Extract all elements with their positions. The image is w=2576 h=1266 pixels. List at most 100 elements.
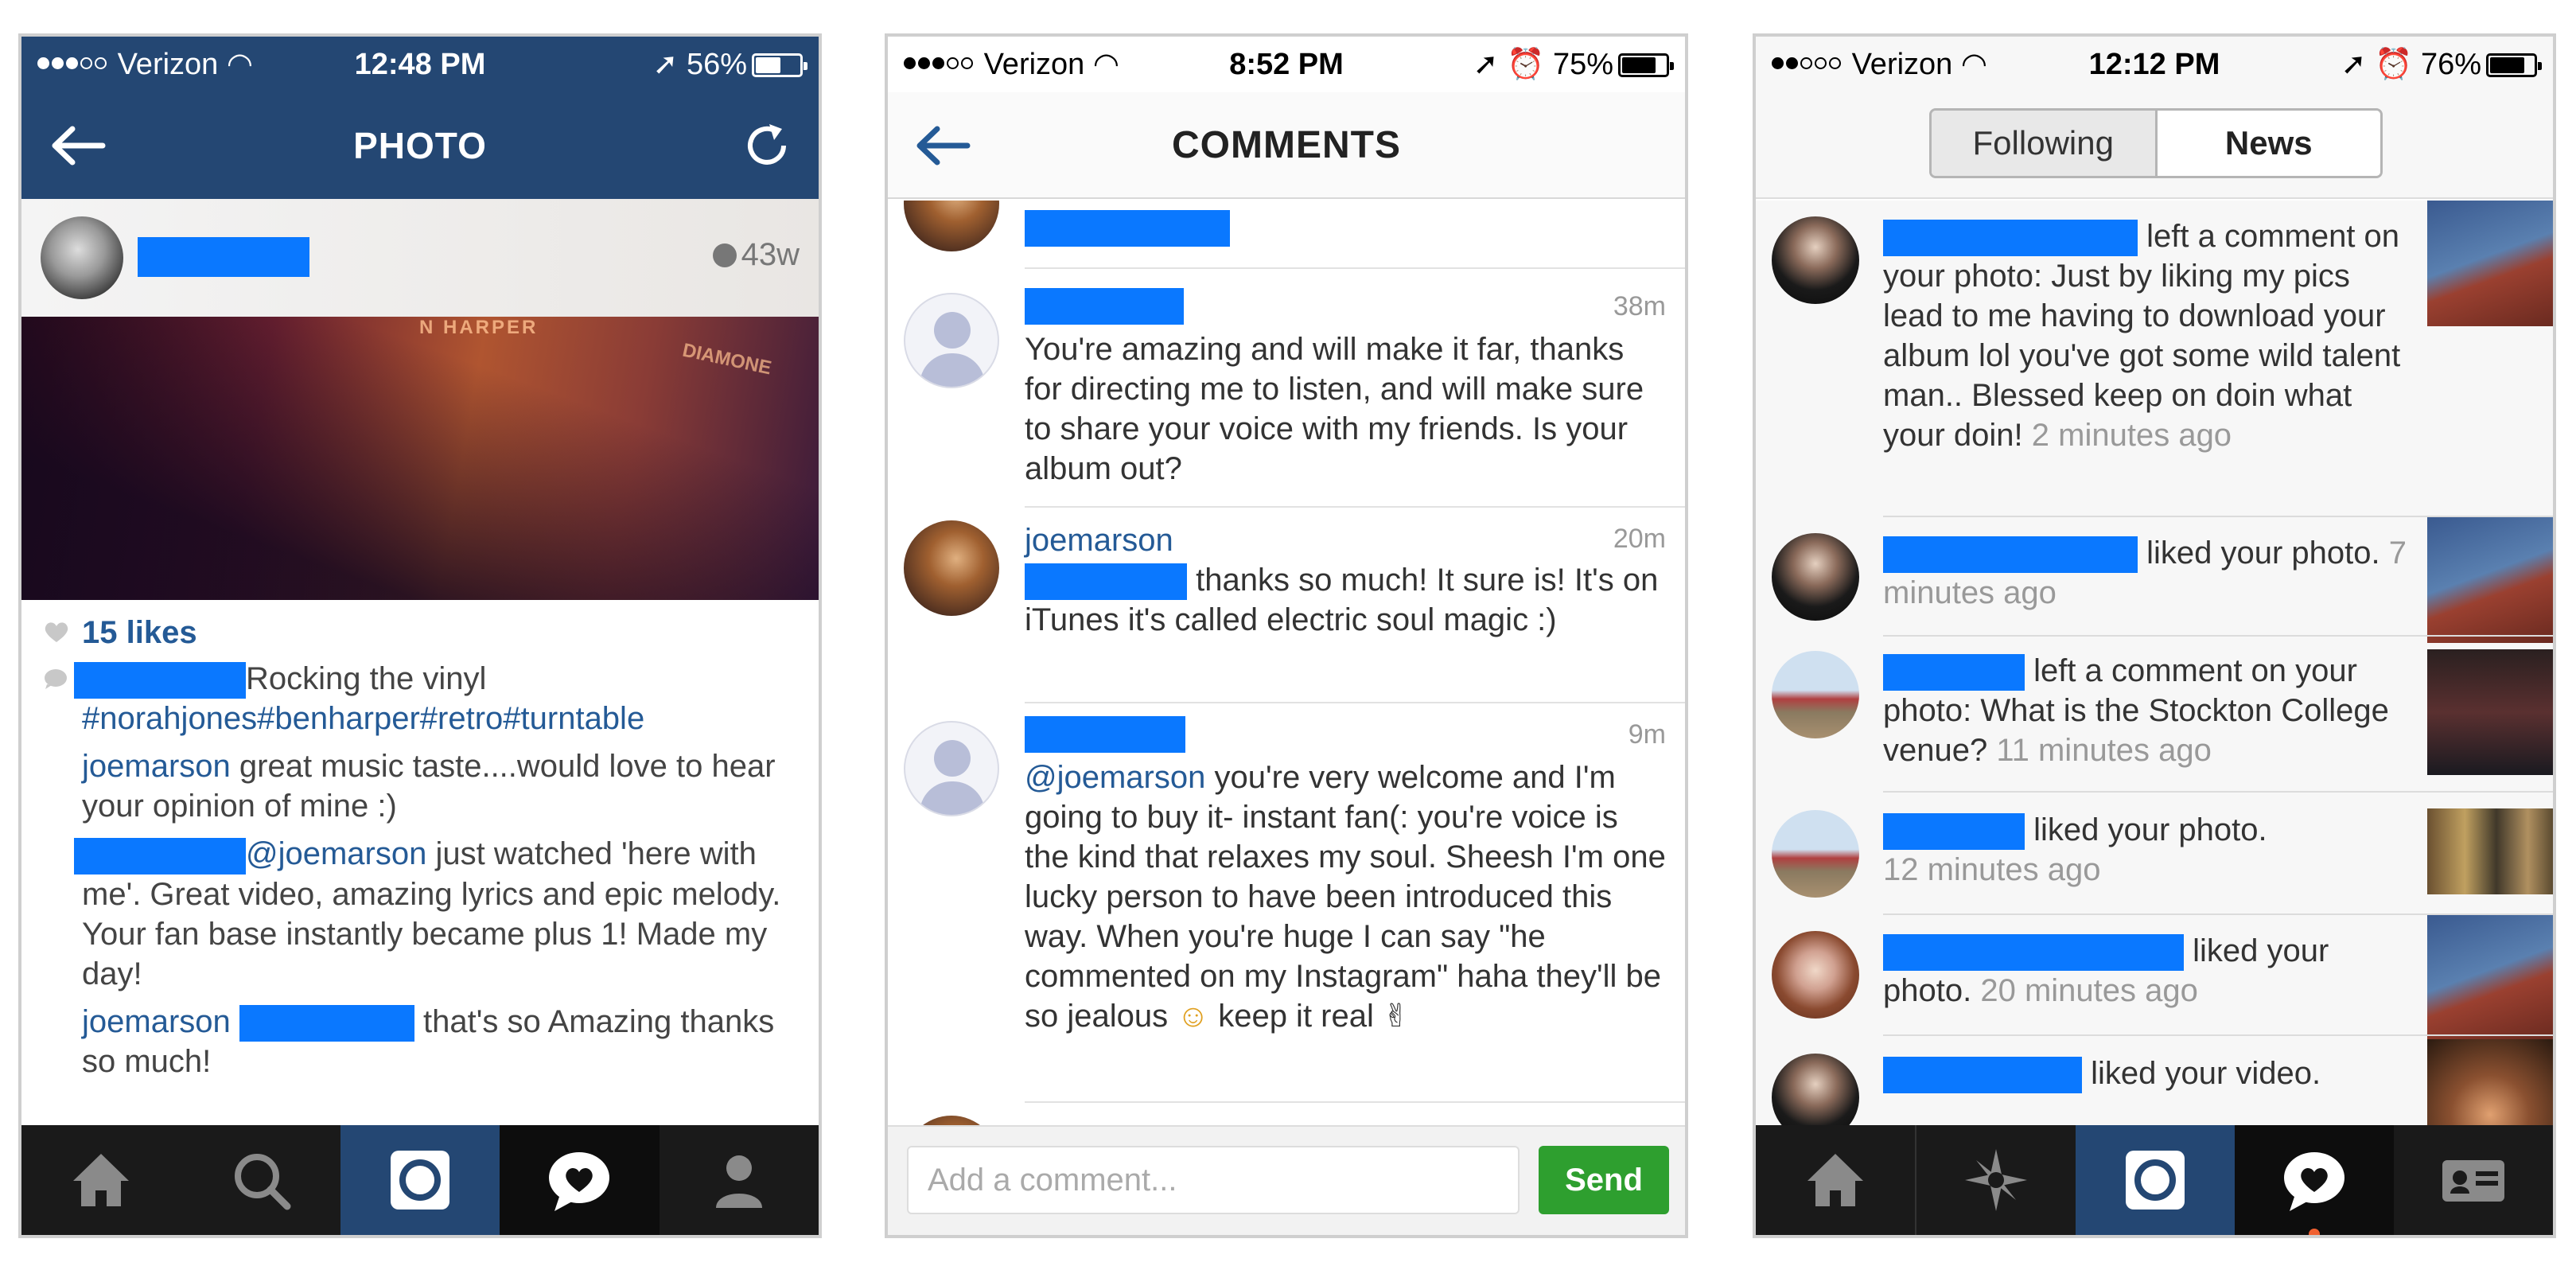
post-age: 43w: [741, 237, 800, 272]
avatar[interactable]: [904, 721, 999, 816]
avatar[interactable]: [904, 293, 999, 388]
redacted-mention[interactable]: [1025, 563, 1187, 601]
notification-dot: [2309, 1229, 2320, 1235]
comment-item: joemarson great music taste....would lov…: [82, 746, 796, 826]
avatar[interactable]: [1772, 931, 1859, 1019]
photo-thumbnail[interactable]: [2427, 649, 2553, 775]
camera-icon: [2126, 1151, 2185, 1210]
explore-icon: [1965, 1149, 2027, 1211]
activity-icon: [2284, 1152, 2344, 1211]
redacted-username[interactable]: [1883, 536, 2138, 574]
caption-text: Rocking the vinyl: [246, 661, 487, 696]
redacted-username[interactable]: [1883, 220, 2138, 257]
tab-camera[interactable]: [2076, 1125, 2235, 1235]
camera-icon: [391, 1151, 450, 1210]
redacted-username[interactable]: [74, 837, 246, 875]
avatar[interactable]: [1772, 1054, 1859, 1132]
redacted-username[interactable]: [1025, 288, 1184, 325]
tab-activity[interactable]: [2235, 1125, 2394, 1235]
divider: [1883, 791, 2553, 793]
photo-header: Verizon ◠ 12:48 PM ➚ 56% PHOTO: [21, 37, 819, 199]
activity-icon: [549, 1152, 610, 1211]
segmented-control: Following News: [1929, 108, 2383, 178]
location-icon: ➚: [1473, 48, 1499, 81]
comments-screen: Verizon ◠ 8:52 PM ➚ ⏰ 75% COMMENTS 38m Y…: [885, 33, 1688, 1238]
photo-thumbnail[interactable]: [2427, 808, 2553, 894]
album-cover-text: N HARPER: [419, 317, 539, 338]
avatar[interactable]: [1772, 651, 1859, 738]
avatar[interactable]: [1772, 533, 1859, 621]
comment-composer: Send: [888, 1125, 1685, 1235]
back-arrow-icon[interactable]: [50, 126, 106, 166]
tab-activity[interactable]: [500, 1125, 660, 1235]
status-bar: Verizon ◠ 12:48 PM ➚ 56%: [21, 37, 819, 92]
battery-percent: 76%: [2420, 48, 2481, 81]
photo-thumbnail[interactable]: [2427, 517, 2553, 643]
comment-item: @joemarson just watched 'here with me'. …: [74, 834, 796, 993]
profile-icon: [715, 1155, 762, 1208]
clock-icon: [712, 243, 737, 267]
comment-time: 20m: [1613, 524, 1666, 554]
comment-username[interactable]: joemarson: [82, 1004, 231, 1039]
redacted-username[interactable]: [74, 662, 246, 699]
comment-mention[interactable]: @joemarson: [1025, 760, 1205, 795]
photo-screen: Verizon ◠ 12:48 PM ➚ 56% PHOTO 43w N HAR…: [18, 33, 822, 1238]
smile-emoji: ☺: [1177, 999, 1210, 1034]
send-button[interactable]: Send: [1539, 1146, 1669, 1214]
tab-home[interactable]: [1756, 1125, 1915, 1235]
caption-hashtags[interactable]: #norahjones#benharper#retro#turntable: [82, 701, 644, 736]
tab-following[interactable]: Following: [1932, 111, 2158, 176]
notification-text: liked your photo.: [2138, 536, 2380, 571]
redacted-username[interactable]: [1883, 813, 2025, 851]
comment-text: you're very welcome and I'm going to buy…: [1025, 760, 1666, 1034]
comment-username[interactable]: joemarson: [82, 749, 231, 784]
avatar[interactable]: [904, 520, 999, 616]
likes-count[interactable]: 15 likes: [82, 615, 197, 650]
avatar[interactable]: [41, 216, 123, 299]
battery-percent: 56%: [686, 48, 747, 81]
search-icon: [234, 1154, 291, 1210]
redacted-username[interactable]: [1883, 1057, 2082, 1094]
battery-icon: [752, 53, 807, 77]
redacted-mention[interactable]: [239, 1005, 414, 1042]
tab-profile[interactable]: [2394, 1125, 2553, 1235]
notification-list[interactable]: left a comment on your photo: Just by li…: [1756, 201, 2553, 1132]
divider: [1025, 267, 1685, 269]
photo-thumbnail[interactable]: [2427, 1039, 2553, 1132]
comment-time: 38m: [1613, 291, 1666, 321]
comment-bubble-icon: [45, 669, 67, 689]
redacted-username[interactable]: [1025, 716, 1185, 753]
redacted-username[interactable]: [138, 237, 309, 277]
notification-time: 20 minutes ago: [1971, 973, 2198, 1009]
tab-news[interactable]: News: [2157, 111, 2380, 176]
photo-thumbnail[interactable]: [2427, 201, 2553, 326]
tab-profile[interactable]: [660, 1125, 819, 1235]
tab-home[interactable]: [21, 1125, 181, 1235]
avatar[interactable]: [904, 201, 999, 251]
alarm-icon: ⏰: [2375, 48, 2413, 81]
comment-mention[interactable]: @joemarson: [246, 836, 426, 871]
battery-icon: [2486, 53, 2542, 77]
comment-username[interactable]: joemarson: [1025, 520, 1173, 560]
tab-search[interactable]: [181, 1125, 340, 1235]
comment-input[interactable]: [907, 1146, 1520, 1214]
refresh-icon[interactable]: [742, 121, 792, 170]
notification-time: 2 minutes ago: [2022, 418, 2232, 454]
tab-explore[interactable]: [1915, 1125, 2076, 1235]
tab-camera[interactable]: [340, 1125, 500, 1235]
photo-thumbnail[interactable]: [2427, 915, 2553, 1041]
redacted-username[interactable]: [1025, 210, 1230, 247]
comment-item: joemarson that's so Amazing thanks so mu…: [82, 1002, 796, 1081]
avatar[interactable]: [1772, 810, 1859, 898]
album-cover-text: DIAMONE: [680, 339, 774, 380]
avatar[interactable]: [1772, 216, 1859, 304]
redacted-username[interactable]: [1883, 934, 2184, 972]
profile-card-icon: [2442, 1160, 2504, 1202]
redacted-username[interactable]: [1883, 654, 2025, 691]
battery-icon: [1618, 53, 1674, 77]
comment-list[interactable]: 38m You're amazing and will make it far,…: [888, 201, 1685, 1162]
news-screen: Verizon ◠ 12:12 PM ➚ ⏰ 76% Following New…: [1753, 33, 2556, 1238]
post-photo[interactable]: N HARPER DIAMONE: [21, 317, 819, 600]
divider: [1025, 1101, 1685, 1103]
home-icon: [1807, 1154, 1863, 1206]
